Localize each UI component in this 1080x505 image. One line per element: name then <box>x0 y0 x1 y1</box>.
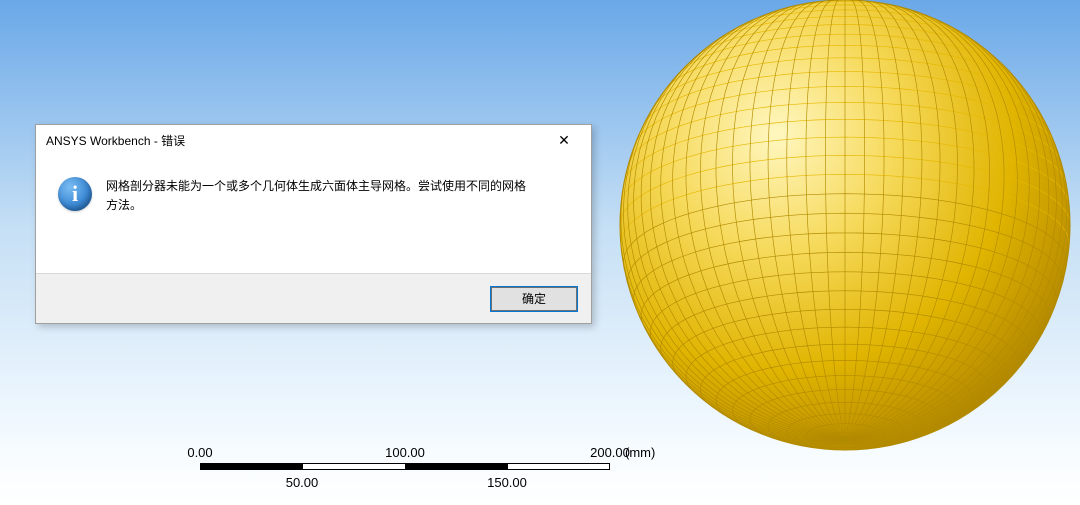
sphere-mesh-icon <box>610 0 1080 460</box>
mesh-viewport[interactable] <box>610 0 1080 460</box>
scale-tick-label: 150.00 <box>487 475 527 490</box>
dialog-message: 网格剖分器未能为一个或多个几何体生成六面体主导网格。尝试使用不同的网格方法。 <box>106 177 536 255</box>
info-icon: i <box>58 177 92 211</box>
dialog-title: ANSYS Workbench - 错误 <box>46 132 185 149</box>
scale-tick-label: 0.00 <box>187 445 212 460</box>
scale-unit: (mm) <box>625 445 655 460</box>
dialog-titlebar[interactable]: ANSYS Workbench - 错误 ✕ <box>36 125 591 155</box>
scale-tick-label: 100.00 <box>385 445 425 460</box>
dialog-body: i 网格剖分器未能为一个或多个几何体生成六面体主导网格。尝试使用不同的网格方法。 <box>36 155 591 265</box>
scale-tick-label: 50.00 <box>286 475 319 490</box>
scale-bar: 0.00 100.00 200.00 (mm) 50.00 150.00 <box>200 445 750 481</box>
dialog-footer: 确定 <box>36 273 591 323</box>
close-button[interactable]: ✕ <box>545 128 583 152</box>
ok-button[interactable]: 确定 <box>491 287 577 311</box>
error-dialog: ANSYS Workbench - 错误 ✕ i 网格剖分器未能为一个或多个几何… <box>35 124 592 324</box>
scale-tick-label: 200.00 <box>590 445 630 460</box>
